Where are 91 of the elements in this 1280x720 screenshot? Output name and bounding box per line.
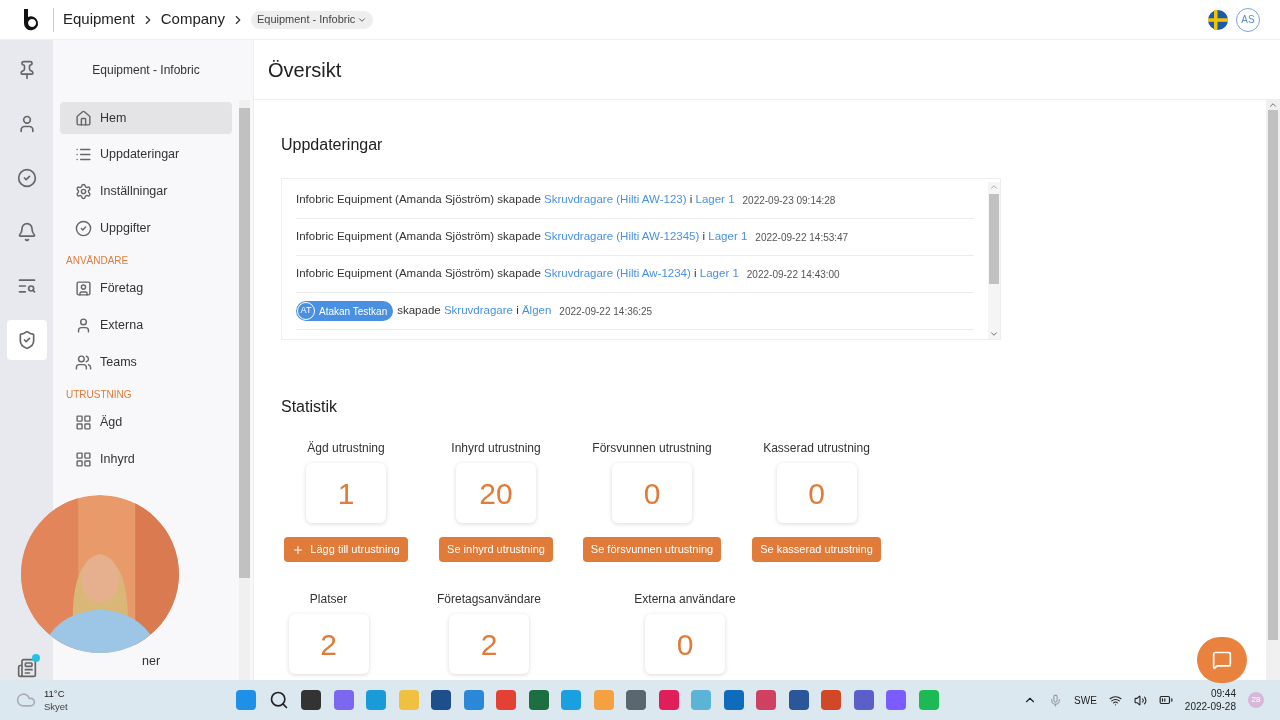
timestamp: 2022-09-22 14:43:00 <box>746 267 840 282</box>
stat-card: 2 <box>288 614 369 674</box>
app-icon[interactable] <box>788 690 809 710</box>
temperature: 11°C <box>44 687 66 700</box>
sidebar-item[interactable]: ner <box>142 654 161 670</box>
workspace-dropdown[interactable]: Equipment - Infobric <box>250 10 374 29</box>
stat-label: Externa användare <box>634 591 736 606</box>
app-icon[interactable] <box>528 690 549 710</box>
app-icon[interactable] <box>431 690 451 710</box>
stat-card: 0 <box>776 463 857 523</box>
sidebar-item[interactable]: Teams <box>60 346 232 379</box>
wifi-icon[interactable] <box>1108 693 1122 707</box>
stat-label: Företagsanvändare <box>436 591 542 606</box>
update-entry: skapade Skruvdragare i Älgen <box>397 303 552 319</box>
timestamp: 2022-09-22 14:53:47 <box>755 230 849 245</box>
stat-card: 0 <box>612 463 692 523</box>
app-icon[interactable] <box>853 690 874 710</box>
scroll-up-icon <box>989 182 999 192</box>
bell-icon <box>16 222 37 242</box>
app-icon[interactable] <box>821 690 841 710</box>
sidebar-item[interactable]: Inhyrd <box>60 443 232 476</box>
check-circle-icon <box>16 168 37 188</box>
sidebar-item[interactable]: Företag <box>60 272 232 305</box>
stat-card: 2 <box>449 614 529 674</box>
cloud-icon <box>16 690 36 710</box>
section-heading: ANVÄNDARE <box>65 254 130 269</box>
clock-date[interactable]: 2022-09-28 <box>1184 700 1236 713</box>
rail-button[interactable] <box>6 320 47 360</box>
scrollbar[interactable] <box>988 182 1000 339</box>
page-title: Översikt <box>268 57 342 83</box>
sidebar-item[interactable]: Externa <box>60 309 232 342</box>
scroll-down-icon <box>989 329 999 339</box>
search-list-icon <box>16 276 37 296</box>
update-entry: Infobric Equipment (Amanda Sjöström) skapade Skruvdragare (Hilti Aw-1234) i Lager 1 <box>296 266 739 282</box>
widgets-icon <box>75 451 92 468</box>
app-icon[interactable] <box>626 690 646 710</box>
users-icon <box>75 353 92 371</box>
app-icon[interactable] <box>301 690 321 710</box>
scrollbar[interactable] <box>1266 100 1280 680</box>
timestamp: 2022-09-22 14:36:25 <box>559 304 653 319</box>
location-link[interactable]: Lager 1 <box>699 267 739 280</box>
stat-card: 0 <box>645 614 725 674</box>
section-title: Statistik <box>281 397 338 417</box>
sidebar-title: Equipment - Infobric <box>91 62 201 79</box>
section-heading: UTRUSTNING <box>65 388 133 403</box>
stat-card: 20 <box>456 463 536 523</box>
app-icon[interactable] <box>756 690 776 710</box>
microphone-icon[interactable] <box>1049 693 1063 707</box>
app-icon[interactable] <box>463 690 484 710</box>
plus-icon <box>292 543 305 556</box>
sidebar-item[interactable]: Hem <box>60 102 232 134</box>
stat-label: Försvunnen utrustning <box>592 440 712 455</box>
update-entry: Infobric Equipment (Amanda Sjöström) skapade Skruvdragare (Hilti AW-12345) i Lager 1 <box>296 229 748 245</box>
stat-label: Ägd utrustning <box>307 440 385 455</box>
id-badge-icon <box>75 280 92 298</box>
stat-card: 1 <box>306 463 386 523</box>
sidebar-item[interactable]: Uppgifter <box>60 212 232 245</box>
update-entry: Infobric Equipment (Amanda Sjöström) skapade Skruvdragare (Hilti AW-123) i Lager 1 <box>296 192 735 208</box>
user-icon <box>75 316 92 334</box>
stat-label: Inhyrd utrustning <box>451 440 541 455</box>
home-icon <box>75 109 92 127</box>
clock-time[interactable]: 09:44 <box>1210 687 1236 700</box>
breadcrumb-link[interactable]: Company <box>160 8 225 31</box>
section-title: Uppdateringar <box>281 135 384 155</box>
speaker-icon[interactable] <box>1133 693 1147 707</box>
scrollbar[interactable] <box>239 100 250 680</box>
scroll-up-icon <box>1268 100 1278 110</box>
battery-icon[interactable] <box>1158 693 1173 707</box>
app-icon[interactable] <box>886 690 906 710</box>
settings-icon <box>75 182 92 200</box>
stat-label: Kasserad utrustning <box>763 440 870 455</box>
weather-text: Skyet <box>44 700 68 713</box>
stat-label: Platser <box>309 591 348 606</box>
search-icon[interactable] <box>268 690 289 710</box>
sidebar-item[interactable]: Uppdateringar <box>60 138 232 171</box>
app-icon[interactable] <box>333 690 354 710</box>
newspaper-icon <box>16 657 37 678</box>
flag-icon[interactable] <box>1208 9 1228 30</box>
app-icon[interactable] <box>723 690 744 710</box>
breadcrumb-link[interactable]: Equipment <box>63 8 135 31</box>
timestamp: 2022-09-23 09:14:28 <box>742 193 836 208</box>
app-icon[interactable] <box>658 690 679 710</box>
location-link[interactable]: Lager 1 <box>708 230 748 243</box>
rail-button[interactable] <box>15 656 38 679</box>
widgets-icon <box>75 414 92 432</box>
check-circle-icon <box>75 219 92 237</box>
sidebar-item[interactable]: Ägd <box>60 406 232 439</box>
user-name: Atakan Testkan <box>319 304 388 319</box>
language-indicator[interactable]: SWE <box>1074 692 1097 708</box>
chat-icon <box>1212 650 1232 670</box>
sidebar-item[interactable]: Inställningar <box>60 175 232 208</box>
